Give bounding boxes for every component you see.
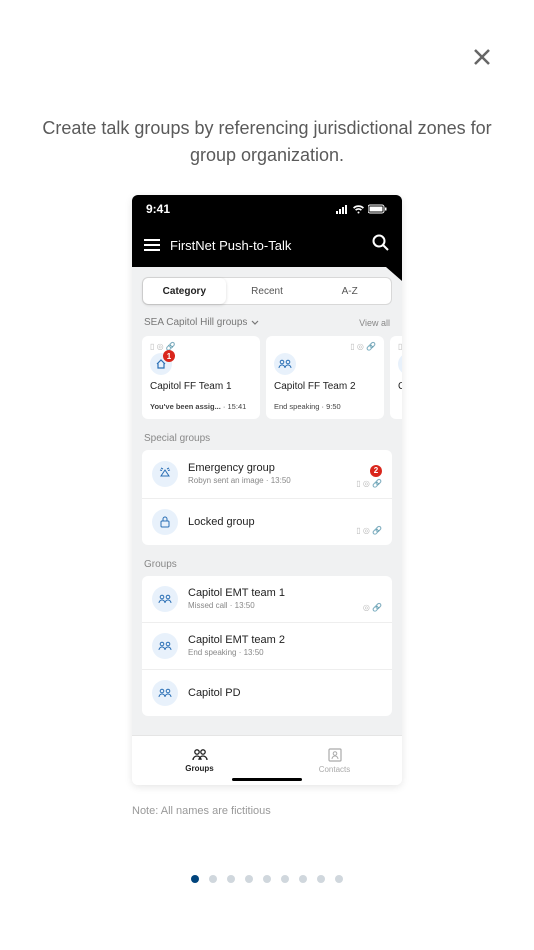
group-card[interactable]: ▯ ◎ 🔗 Capitol FF Team 2 End speaking · 9…: [266, 336, 384, 419]
list-name: Locked group: [188, 516, 356, 528]
zone-dropdown[interactable]: SEA Capitol Hill groups: [144, 317, 259, 328]
group-icon: [152, 680, 178, 706]
notification-badge: 1: [163, 350, 175, 362]
list-name: Emergency group: [188, 462, 356, 474]
pagination-dot[interactable]: [335, 875, 343, 883]
tab-az[interactable]: A-Z: [308, 278, 391, 304]
cellular-icon: [335, 204, 349, 214]
pagination-dot[interactable]: [281, 875, 289, 883]
card-meta-icons: ▯: [398, 342, 402, 351]
pagination-dot[interactable]: [245, 875, 253, 883]
item-meta-icons: ▯ ◎ 🔗: [356, 526, 382, 535]
home-icon: 1: [150, 353, 172, 375]
pagination-dots: [0, 875, 534, 883]
wifi-icon: [352, 204, 365, 214]
group-icon: [152, 586, 178, 612]
group-icon: [398, 353, 402, 375]
close-button[interactable]: [470, 45, 494, 69]
search-icon: [372, 234, 390, 252]
tab-category[interactable]: Category: [143, 278, 226, 304]
list-sub: Missed call · 13:50: [188, 601, 363, 610]
group-card[interactable]: ▯ Ca: [390, 336, 402, 419]
status-bar: 9:41: [132, 195, 402, 223]
contacts-icon: [327, 747, 343, 763]
notification-badge: 2: [370, 465, 382, 477]
status-icons: [335, 204, 388, 214]
group-icon: [152, 633, 178, 659]
pagination-dot[interactable]: [191, 875, 199, 883]
list-sub: Robyn sent an image · 13:50: [188, 476, 356, 485]
battery-icon: [368, 204, 388, 214]
item-meta-icons: ◎ 🔗: [363, 603, 382, 612]
bottom-nav: Groups Contacts: [132, 735, 402, 785]
section-title-groups: Groups: [132, 545, 402, 576]
phone-body: Category Recent A-Z SEA Capitol Hill gro…: [132, 267, 402, 735]
card-sub: End speaking · 9:50: [274, 402, 376, 411]
app-title: FirstNet Push-to-Talk: [170, 238, 291, 253]
list-name: Capitol EMT team 2: [188, 634, 382, 646]
phone-mockup: 9:41 FirstNet Push-to-Talk Category Rece…: [132, 195, 402, 785]
onboarding-heading: Create talk groups by referencing jurisd…: [0, 115, 534, 169]
footnote: Note: All names are fictitious: [132, 805, 271, 817]
list-item[interactable]: Capitol PD: [142, 669, 392, 716]
list-item[interactable]: Locked group ▯ ◎ 🔗: [142, 498, 392, 545]
zone-cards: ▯ ◎ 🔗 1 Capitol FF Team 1 You've been as…: [132, 336, 402, 419]
group-icon: [274, 353, 296, 375]
list-item[interactable]: Capitol EMT team 2 End speaking · 13:50: [142, 622, 392, 669]
special-groups-list: Emergency group Robyn sent an image · 13…: [142, 450, 392, 545]
card-name: Capitol FF Team 1: [150, 381, 252, 392]
item-meta-icons: ▯ ◎ 🔗: [356, 479, 382, 488]
zone-label-text: SEA Capitol Hill groups: [144, 317, 247, 328]
pagination-dot[interactable]: [209, 875, 217, 883]
zone-row: SEA Capitol Hill groups View all: [132, 313, 402, 336]
group-card[interactable]: ▯ ◎ 🔗 1 Capitol FF Team 1 You've been as…: [142, 336, 260, 419]
section-title-special: Special groups: [132, 419, 402, 450]
chevron-down-icon: [251, 320, 259, 326]
app-header: FirstNet Push-to-Talk: [132, 223, 402, 267]
pagination-dot[interactable]: [227, 875, 235, 883]
list-name: Capitol PD: [188, 687, 382, 699]
tab-recent[interactable]: Recent: [226, 278, 309, 304]
groups-icon: [191, 748, 209, 762]
filter-tabs: Category Recent A-Z: [142, 277, 392, 305]
card-meta-icons: ▯ ◎ 🔗: [150, 342, 252, 351]
view-all-link[interactable]: View all: [359, 318, 390, 328]
list-item[interactable]: Capitol EMT team 1 Missed call · 13:50 ◎…: [142, 576, 392, 622]
nav-label: Contacts: [319, 765, 351, 774]
card-name: Ca: [398, 381, 402, 392]
search-button[interactable]: [372, 234, 390, 257]
header-decoration: [386, 267, 402, 281]
lock-icon: [152, 509, 178, 535]
nav-label: Groups: [185, 764, 213, 773]
list-item[interactable]: Emergency group Robyn sent an image · 13…: [142, 450, 392, 498]
pagination-dot[interactable]: [317, 875, 325, 883]
card-meta-icons: ▯ ◎ 🔗: [274, 342, 376, 351]
groups-list: Capitol EMT team 1 Missed call · 13:50 ◎…: [142, 576, 392, 716]
menu-button[interactable]: [144, 239, 160, 251]
pagination-dot[interactable]: [263, 875, 271, 883]
list-sub: End speaking · 13:50: [188, 648, 382, 657]
status-time: 9:41: [146, 202, 170, 216]
card-sub: You've been assig... · 15:41: [150, 402, 252, 411]
pagination-dot[interactable]: [299, 875, 307, 883]
home-indicator: [232, 778, 302, 781]
alert-icon: [152, 461, 178, 487]
card-name: Capitol FF Team 2: [274, 381, 376, 392]
list-name: Capitol EMT team 1: [188, 587, 363, 599]
